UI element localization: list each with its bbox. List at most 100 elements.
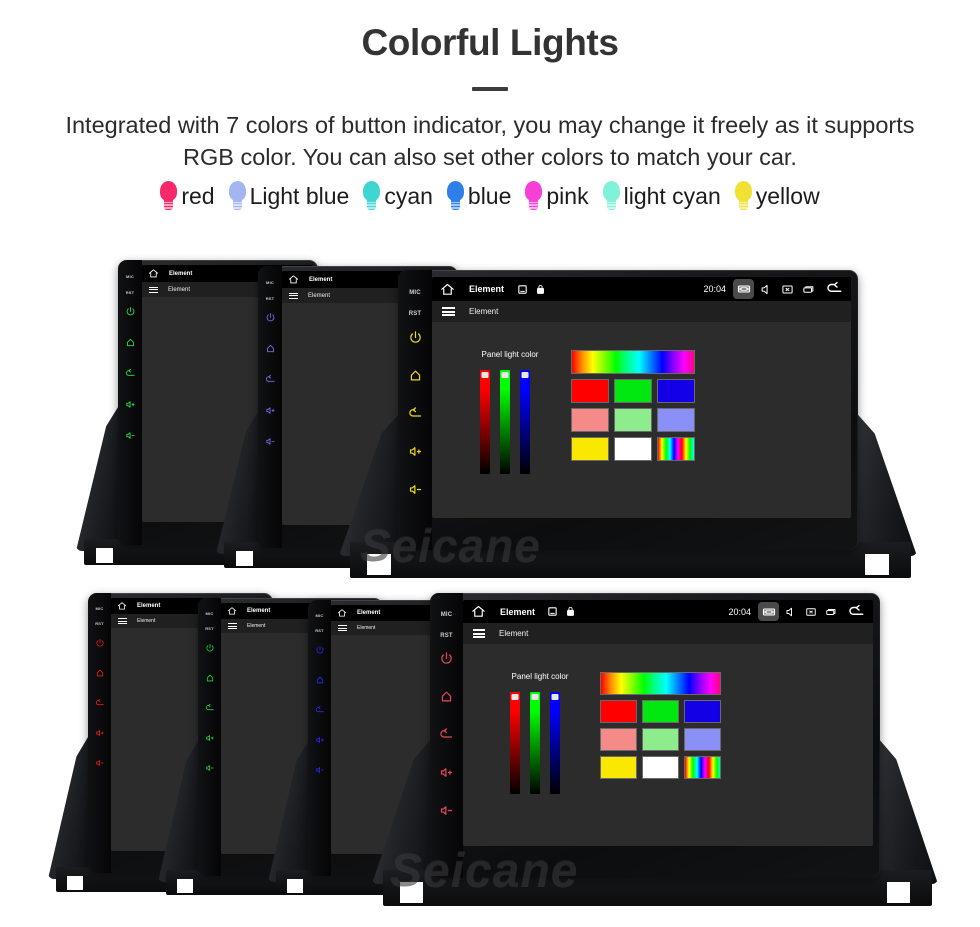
green-slider[interactable]: [530, 692, 540, 794]
home-icon[interactable]: [288, 274, 299, 285]
touch-screen[interactable]: Element 20:04 Element Panel light color: [432, 277, 851, 518]
home-icon[interactable]: [227, 606, 237, 616]
back-button[interactable]: [205, 700, 215, 718]
home-button[interactable]: [265, 341, 276, 359]
back-icon[interactable]: [847, 603, 865, 621]
volume-down-button[interactable]: [315, 762, 325, 780]
home-button[interactable]: [439, 689, 454, 709]
back-button[interactable]: [315, 702, 325, 720]
swatch-blue[interactable]: [684, 700, 721, 723]
screenshot-icon[interactable]: [758, 602, 779, 621]
screenshot-icon[interactable]: [733, 279, 754, 299]
swatch-green[interactable]: [642, 700, 679, 723]
home-icon[interactable]: [440, 282, 455, 297]
swatch-rainbow[interactable]: [657, 437, 695, 461]
home-button[interactable]: [408, 368, 423, 388]
home-button[interactable]: [205, 670, 215, 688]
swatch-rainbow[interactable]: [684, 756, 721, 779]
swatch-white[interactable]: [614, 437, 652, 461]
hue-gradient-bar[interactable]: [571, 350, 695, 374]
home-icon[interactable]: [117, 601, 127, 611]
blue-slider[interactable]: [550, 692, 560, 794]
power-button[interactable]: [95, 635, 105, 653]
slider-knob[interactable]: [501, 372, 509, 378]
power-button[interactable]: [439, 651, 454, 671]
hamburger-menu-icon[interactable]: [473, 629, 485, 638]
swatch-light-red[interactable]: [571, 408, 609, 432]
hamburger-menu-icon[interactable]: [228, 623, 237, 629]
close-box-icon[interactable]: [805, 606, 817, 618]
power-button[interactable]: [315, 642, 325, 660]
back-icon[interactable]: [825, 280, 843, 298]
volume-down-button[interactable]: [265, 434, 276, 452]
home-icon[interactable]: [471, 604, 486, 619]
volume-up-button[interactable]: [95, 725, 105, 743]
swatch-green[interactable]: [614, 379, 652, 403]
back-button[interactable]: [439, 727, 454, 747]
home-button[interactable]: [315, 672, 325, 690]
swatch-red[interactable]: [600, 700, 637, 723]
stereo-unit-top-3[interactable]: MIC RST Element 20:04 Element Panel light col…: [339, 270, 917, 578]
blue-slider[interactable]: [520, 370, 530, 474]
recent-apps-icon[interactable]: [825, 606, 837, 618]
swatch-yellow[interactable]: [600, 756, 637, 779]
device-bezel: MIC RST Element 20:04 Element Panel light col…: [398, 270, 858, 550]
volume-icon[interactable]: [760, 283, 773, 296]
hamburger-menu-icon[interactable]: [338, 625, 347, 631]
volume-up-button[interactable]: [315, 732, 325, 750]
back-button[interactable]: [265, 372, 276, 390]
rst-label: RST: [125, 290, 135, 295]
home-icon[interactable]: [148, 268, 159, 279]
volume-up-button[interactable]: [439, 765, 454, 785]
swatch-blue[interactable]: [657, 379, 695, 403]
slider-knob[interactable]: [531, 694, 539, 700]
swatch-light-blue[interactable]: [657, 408, 695, 432]
recent-apps-icon[interactable]: [802, 283, 815, 296]
close-box-icon[interactable]: [781, 283, 794, 296]
volume-up-button[interactable]: [408, 444, 423, 464]
back-button[interactable]: [95, 695, 105, 713]
red-slider[interactable]: [510, 692, 520, 794]
swatch-light-green[interactable]: [614, 408, 652, 432]
hamburger-menu-icon[interactable]: [149, 286, 158, 293]
back-button[interactable]: [408, 406, 423, 426]
power-button[interactable]: [408, 330, 423, 350]
swatch-white[interactable]: [642, 756, 679, 779]
slider-knob[interactable]: [551, 694, 559, 700]
swatch-yellow[interactable]: [571, 437, 609, 461]
swatch-light-green[interactable]: [642, 728, 679, 751]
power-button[interactable]: [125, 304, 136, 322]
power-button[interactable]: [205, 640, 215, 658]
green-slider[interactable]: [500, 370, 510, 474]
volume-down-button[interactable]: [125, 428, 136, 446]
volume-down-button[interactable]: [205, 760, 215, 778]
swatch-red[interactable]: [571, 379, 609, 403]
back-button[interactable]: [125, 366, 136, 384]
unit-foot-left: [236, 551, 253, 566]
home-icon[interactable]: [337, 608, 347, 618]
hamburger-menu-icon[interactable]: [442, 307, 455, 316]
slider-knob[interactable]: [511, 694, 519, 700]
hamburger-menu-icon[interactable]: [118, 618, 127, 624]
swatch-light-blue[interactable]: [684, 728, 721, 751]
hue-gradient-bar[interactable]: [600, 672, 721, 695]
red-slider[interactable]: [480, 370, 490, 474]
slider-knob[interactable]: [481, 372, 489, 378]
volume-icon[interactable]: [785, 606, 797, 618]
home-button[interactable]: [95, 665, 105, 683]
power-button[interactable]: [265, 310, 276, 328]
volume-up-button[interactable]: [125, 397, 136, 415]
hardware-key-strip: MIC RST: [398, 270, 432, 550]
status-bar-title: Element: [169, 270, 193, 277]
hamburger-menu-icon[interactable]: [289, 292, 298, 299]
swatch-light-red[interactable]: [600, 728, 637, 751]
home-button[interactable]: [125, 335, 136, 353]
volume-up-button[interactable]: [265, 403, 276, 421]
slider-knob[interactable]: [521, 372, 529, 378]
volume-up-button[interactable]: [205, 730, 215, 748]
volume-down-button[interactable]: [439, 803, 454, 823]
volume-down-button[interactable]: [95, 755, 105, 773]
volume-down-button[interactable]: [408, 482, 423, 502]
stereo-unit-bottom-4[interactable]: MIC RST Element 20:04 Element Panel light col…: [372, 593, 938, 906]
touch-screen[interactable]: Element 20:04 Element Panel light color: [463, 600, 873, 846]
